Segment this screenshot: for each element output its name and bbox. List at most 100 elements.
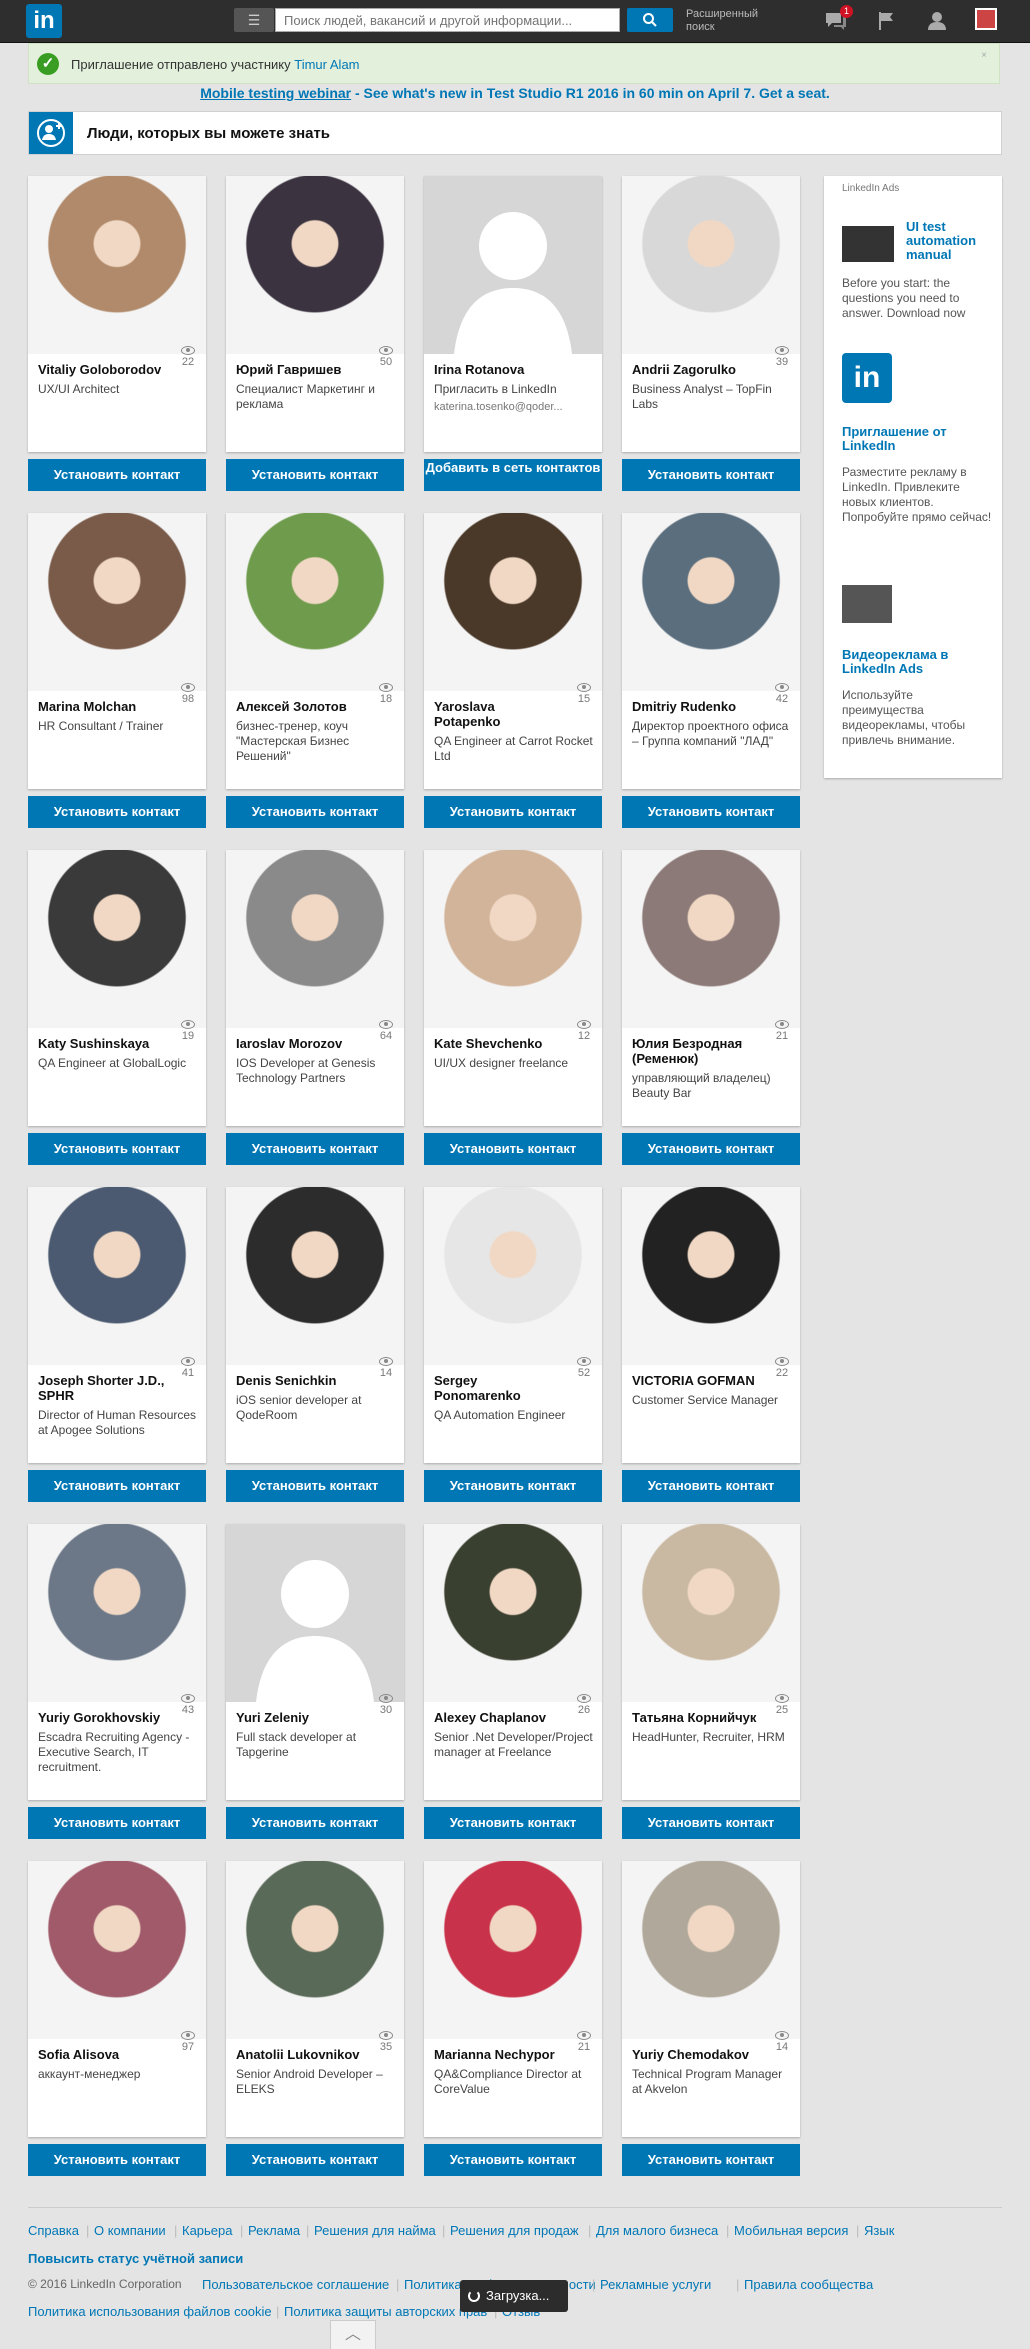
footer-link[interactable]: Пользовательское соглашение (202, 2277, 389, 2292)
scroll-to-top-button[interactable]: ︿ (330, 2320, 376, 2349)
person-name[interactable]: VICTORIA GOFMAN (632, 1373, 760, 1388)
person-card[interactable]: Sofia Alisova аккаунт-менеджер 97 Установит… (28, 1861, 206, 2176)
ad-title[interactable]: UI test automation manual (906, 220, 992, 262)
connect-button[interactable]: Установить контакт (622, 1807, 800, 1839)
connect-button[interactable]: Установить контакт (226, 796, 404, 828)
footer-link[interactable]: Язык (864, 2223, 894, 2238)
person-name[interactable]: Sergey Ponomarenko (434, 1373, 562, 1403)
person-card[interactable]: Kate Shevchenko UI/UX designer freelance 1… (424, 850, 602, 1165)
add-connections-icon[interactable] (925, 8, 951, 34)
person-card[interactable]: Marianna Nechypor QA&Compliance Director … (424, 1861, 602, 2176)
person-card[interactable]: Yuriy Gorokhovskiy Escadra Recruiting Age… (28, 1524, 206, 1839)
person-name[interactable]: Irina Rotanova (434, 362, 562, 377)
menu-icon[interactable]: ☰ (234, 8, 274, 32)
person-card[interactable]: Юрий Гавришев Специалист Маркетинг и рекл… (226, 176, 404, 491)
profile-photo[interactable] (28, 1524, 206, 1702)
connect-button[interactable]: Установить контакт (622, 459, 800, 491)
person-card[interactable]: Yuri Zeleniy Full stack developer at Tapg… (226, 1524, 404, 1839)
footer-link[interactable]: Карьера (182, 2223, 233, 2238)
upgrade-account-link[interactable]: Повысить статус учётной записи (28, 2251, 243, 2266)
profile-photo[interactable] (424, 1861, 602, 2039)
profile-photo[interactable] (424, 1524, 602, 1702)
person-name[interactable]: Dmitriy Rudenko (632, 699, 760, 714)
connect-button[interactable]: Установить контакт (424, 2144, 602, 2176)
ad-title[interactable]: Видеореклама в LinkedIn Ads (842, 648, 992, 676)
footer-link[interactable]: Решения для найма (314, 2223, 436, 2238)
person-card[interactable]: Татьяна Корнийчук HeadHunter, Recruiter, … (622, 1524, 800, 1839)
shared-connections-count[interactable]: 14 (768, 2031, 796, 2054)
profile-photo[interactable] (622, 1187, 800, 1365)
footer-link[interactable]: Политика защиты авторских прав (284, 2304, 487, 2319)
person-card[interactable]: Юлия Безродная (Ременюк) управляющий влад… (622, 850, 800, 1165)
footer-link[interactable]: Рекламные услуги (600, 2277, 711, 2292)
close-icon[interactable]: × (981, 50, 987, 61)
footer-link[interactable]: Справка (28, 2223, 79, 2238)
linkedin-logo-icon[interactable]: in (842, 353, 892, 403)
connect-button[interactable]: Установить контакт (226, 1470, 404, 1502)
user-avatar[interactable] (975, 8, 997, 30)
shared-connections-count[interactable]: 15 (570, 683, 598, 706)
profile-photo[interactable] (622, 513, 800, 691)
profile-photo[interactable] (28, 176, 206, 354)
shared-connections-count[interactable]: 12 (570, 1020, 598, 1043)
person-card[interactable]: Marina Molchan HR Consultant / Trainer 98 У… (28, 513, 206, 828)
footer-link[interactable]: О компании (94, 2223, 166, 2238)
profile-photo[interactable] (28, 1187, 206, 1365)
person-name[interactable]: Alexey Chaplanov (434, 1710, 562, 1725)
shared-connections-count[interactable]: 22 (768, 1357, 796, 1380)
person-card[interactable]: VICTORIA GOFMAN Customer Service Manager 2… (622, 1187, 800, 1502)
connect-button[interactable]: Установить контакт (622, 2144, 800, 2176)
connect-button[interactable]: Установить контакт (622, 796, 800, 828)
person-card[interactable]: Yuriy Chemodakov Technical Program Manage… (622, 1861, 800, 2176)
person-name[interactable]: Marianna Nechypor (434, 2047, 562, 2062)
linkedin-logo[interactable]: in (26, 4, 62, 38)
person-name[interactable]: Алексей Золотов (236, 699, 364, 714)
add-to-network-button[interactable]: Добавить в сеть контактов (424, 459, 602, 491)
shared-connections-count[interactable]: 22 (174, 346, 202, 369)
shared-connections-count[interactable]: 98 (174, 683, 202, 706)
profile-photo[interactable] (28, 850, 206, 1028)
advanced-search-link[interactable]: Расширенный поиск (686, 8, 776, 34)
footer-link[interactable]: Мобильная версия (734, 2223, 848, 2238)
search-button[interactable] (627, 8, 673, 32)
profile-photo[interactable] (226, 850, 404, 1028)
person-card[interactable]: Irina Rotanova Пригласить в LinkedIn kater… (424, 176, 602, 491)
footer-link[interactable]: Решения для продаж (450, 2223, 579, 2238)
profile-photo[interactable] (226, 176, 404, 354)
profile-photo[interactable] (424, 1187, 602, 1365)
ad-thumbnail[interactable] (842, 226, 894, 262)
shared-connections-count[interactable]: 43 (174, 1694, 202, 1717)
profile-photo[interactable] (226, 513, 404, 691)
profile-photo[interactable] (622, 1861, 800, 2039)
connect-button[interactable]: Установить контакт (28, 1807, 206, 1839)
person-name[interactable]: Юлия Безродная (Ременюк) (632, 1036, 760, 1066)
shared-connections-count[interactable]: 21 (570, 2031, 598, 2054)
shared-connections-count[interactable]: 26 (570, 1694, 598, 1717)
person-name[interactable]: Юрий Гавришев (236, 362, 364, 377)
connect-button[interactable]: Установить контакт (622, 1470, 800, 1502)
connect-button[interactable]: Установить контакт (28, 2144, 206, 2176)
profile-photo[interactable] (28, 1861, 206, 2039)
connect-button[interactable]: Установить контакт (226, 2144, 404, 2176)
person-name[interactable]: Татьяна Корнийчук (632, 1710, 760, 1725)
person-card[interactable]: Katy Sushinskaya QA Engineer at GlobalLog… (28, 850, 206, 1165)
ad-title[interactable]: Приглашение от LinkedIn (842, 425, 992, 453)
profile-photo[interactable] (226, 1861, 404, 2039)
person-name[interactable]: Yaroslava Potapenko (434, 699, 562, 729)
person-card[interactable]: Andrii Zagorulko Business Analyst – TopFi… (622, 176, 800, 491)
shared-connections-count[interactable]: 18 (372, 683, 400, 706)
footer-link[interactable]: Реклама (248, 2223, 300, 2238)
connect-button[interactable]: Установить контакт (424, 796, 602, 828)
footer-link[interactable]: Политика использования файлов cookie (28, 2304, 272, 2319)
shared-connections-count[interactable]: 25 (768, 1694, 796, 1717)
connect-button[interactable]: Установить контакт (424, 1807, 602, 1839)
connect-button[interactable]: Установить контакт (622, 1133, 800, 1165)
person-name[interactable]: Yuriy Gorokhovskiy (38, 1710, 166, 1725)
person-card[interactable]: Yaroslava Potapenko QA Engineer at Carrot… (424, 513, 602, 828)
person-card[interactable]: Iaroslav Morozov IOS Developer at Genesis… (226, 850, 404, 1165)
person-name[interactable]: Vitaliy Goloborodov (38, 362, 166, 377)
person-card[interactable]: Denis Senichkin iOS senior developer at Q… (226, 1187, 404, 1502)
person-name[interactable]: Denis Senichkin (236, 1373, 364, 1388)
person-card[interactable]: Dmitriy Rudenko Директор проектного офиса… (622, 513, 800, 828)
person-name[interactable]: Marina Molchan (38, 699, 166, 714)
